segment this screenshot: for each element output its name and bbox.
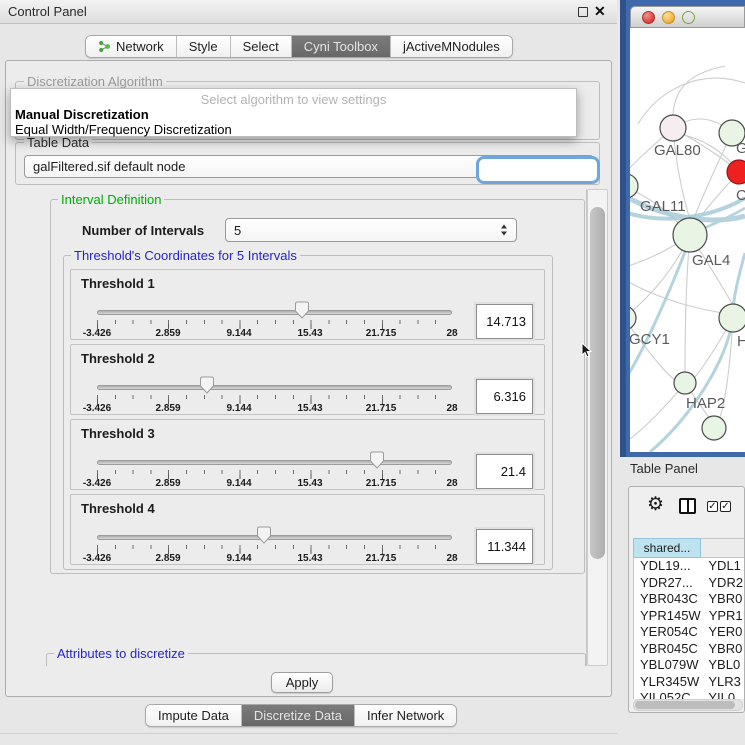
node-low-right[interactable]	[719, 304, 745, 332]
threshold-2-slider[interactable]: -3.4262.8599.14415.4321.71528	[97, 345, 452, 416]
threshold-3-value	[476, 454, 533, 489]
close-traffic-light[interactable]	[642, 11, 655, 24]
attributes-group: Attributes to discretize Numerical Attri…	[46, 653, 586, 666]
gear-icon[interactable]: ⚙	[647, 495, 664, 514]
svg-text:GAL11: GAL11	[640, 198, 686, 215]
scrollbar-thumb[interactable]	[635, 701, 735, 709]
table-panel: ⚙ ✓ ✓ shared... name YDL19...YDL1 YDR27.…	[628, 486, 745, 713]
node-gcy1[interactable]	[630, 306, 636, 330]
slider-thumb[interactable]	[207, 376, 222, 394]
threshold-2-value	[476, 379, 533, 414]
tab-jactivemnodules[interactable]: jActiveMNodules	[390, 36, 512, 57]
thresholds-group-title: Threshold's Coordinates for 5 Intervals	[71, 248, 300, 263]
table-header: shared... name	[633, 538, 745, 558]
tab-discretize-data[interactable]: Discretize Data	[241, 705, 354, 726]
dropdown-option-manual[interactable]: Manual Discretization	[15, 107, 149, 122]
node-gal80[interactable]	[660, 115, 686, 141]
slider-thumb[interactable]	[377, 451, 392, 469]
numerical-attributes-label: Numerical Attributes	[53, 665, 180, 666]
table-row[interactable]: YPR145WYPR1	[634, 608, 745, 625]
table-body: YDL19...YDL1 YDR27...YDR2 YBR043CYBR0 YP…	[633, 558, 745, 699]
network-view-frame: GAL80 GA GAL11 C GAL4 GCY1 H HAP2	[620, 0, 745, 457]
checkbox-icon[interactable]: ✓	[720, 501, 731, 512]
settings-scrollbar[interactable]	[587, 189, 608, 666]
combo-arrows-icon	[501, 225, 508, 236]
thresholds-group: Threshold's Coordinates for 5 Intervals …	[63, 255, 553, 570]
node-bottom[interactable]	[702, 416, 726, 440]
threshold-4-value	[476, 529, 533, 564]
column-header-shared-name[interactable]: shared...	[633, 538, 701, 558]
svg-text:H: H	[737, 333, 745, 350]
control-panel-titlebar: Control Panel ✕	[0, 0, 617, 24]
node-hap2[interactable]	[674, 372, 696, 394]
threshold-1-value	[476, 304, 533, 339]
threshold-3-slider[interactable]: -3.4262.8599.14415.4321.71528	[97, 420, 452, 491]
network-canvas[interactable]: GAL80 GA GAL11 C GAL4 GCY1 H HAP2	[630, 28, 745, 452]
network-icon	[98, 40, 111, 53]
panel-title: Control Panel	[8, 4, 87, 19]
node-gal11[interactable]	[630, 174, 638, 198]
algorithm-dropdown-popup: Select algorithm to view settings Manual…	[10, 88, 577, 137]
table-row[interactable]: YIL052CYIL0	[634, 690, 745, 699]
slider-thumb[interactable]	[264, 526, 279, 544]
node-gal4[interactable]	[673, 218, 707, 252]
cyni-toolbox-panel: Discretization Algorithm Table Data galF…	[5, 60, 612, 697]
bottom-tabs: Impute Data Discretize Data Infer Networ…	[145, 704, 457, 727]
minimize-traffic-light[interactable]	[662, 11, 675, 24]
table-row[interactable]: YBL079WYBL0	[634, 657, 745, 674]
checkbox-icon[interactable]: ✓	[707, 501, 718, 512]
columns-icon[interactable]	[679, 498, 696, 514]
svg-text:GCY1: GCY1	[630, 331, 670, 348]
slider-thumb[interactable]	[302, 301, 317, 319]
mouse-cursor	[581, 343, 593, 359]
control-panel-tabs: Network Style Select Cyni Toolbox jActiv…	[85, 35, 513, 58]
zoom-traffic-light[interactable]	[682, 11, 695, 24]
tab-select[interactable]: Select	[230, 36, 291, 57]
interval-definition-group: Interval Definition Number of Intervals …	[50, 199, 585, 574]
table-row[interactable]: YBR043CYBR0	[634, 591, 745, 608]
table-row[interactable]: YDL19...YDL1	[634, 558, 745, 575]
svg-text:GAL4: GAL4	[692, 252, 730, 269]
table-row[interactable]: YDR27...YDR2	[634, 575, 745, 592]
scrollbar-thumb[interactable]	[590, 207, 605, 559]
tab-cyni-toolbox[interactable]: Cyni Toolbox	[291, 36, 390, 57]
tab-impute-data[interactable]: Impute Data	[146, 705, 241, 726]
threshold-1-panel: Threshold 1 -3.4262.8599.14415.4321.7152…	[70, 269, 545, 340]
node-selected-red[interactable]	[727, 160, 745, 184]
close-icon[interactable]: ✕	[594, 3, 606, 20]
float-window-icon[interactable]	[578, 7, 588, 17]
table-row[interactable]: YBR045CYBR0	[634, 641, 745, 658]
threshold-3-panel: Threshold 3 -3.4262.8599.14415.4321.7152…	[70, 419, 545, 490]
attributes-group-title: Attributes to discretize	[54, 646, 188, 661]
dropdown-hint: Select algorithm to view settings	[11, 92, 576, 107]
table-row[interactable]: YER054CYER0	[634, 624, 745, 641]
interval-definition-title: Interval Definition	[58, 192, 164, 207]
svg-text:C: C	[736, 187, 745, 204]
table-panel-title: Table Panel	[630, 461, 698, 476]
table-data-title: Table Data	[24, 135, 92, 150]
table-row[interactable]: YLR345WYLR3	[634, 674, 745, 691]
threshold-4-panel: Threshold 4 -3.4262.8599.14415.4321.7152…	[70, 494, 545, 565]
tab-network[interactable]: Network	[86, 36, 176, 57]
tab-style[interactable]: Style	[176, 36, 230, 57]
dropdown-option-equal-width[interactable]: Equal Width/Frequency Discretization	[15, 122, 232, 137]
table-horizontal-scrollbar[interactable]	[633, 699, 743, 711]
discretization-algorithm-title: Discretization Algorithm	[24, 74, 166, 89]
network-window-titlebar	[630, 6, 745, 28]
svg-text:GA: GA	[736, 140, 745, 157]
algorithm-combobox[interactable]	[476, 156, 600, 184]
apply-button[interactable]: Apply	[271, 672, 333, 693]
tab-infer-network[interactable]: Infer Network	[354, 705, 456, 726]
column-header-name[interactable]: name	[701, 538, 745, 558]
threshold-1-slider[interactable]: -3.4262.8599.14415.4321.71528	[97, 270, 452, 341]
screen: Control Panel ✕ Network Style Select Cyn…	[0, 0, 745, 745]
number-of-intervals-label: Number of Intervals	[82, 223, 204, 238]
threshold-4-slider[interactable]: -3.4262.8599.14415.4321.71528	[97, 495, 452, 566]
threshold-2-panel: Threshold 2 -3.4262.8599.14415.4321.7152…	[70, 344, 545, 415]
number-of-intervals-combobox[interactable]: 5	[225, 218, 517, 242]
window-bottom-edge	[0, 733, 617, 734]
svg-text:GAL80: GAL80	[654, 142, 701, 159]
svg-text:HAP2: HAP2	[686, 395, 725, 412]
settings-scroll-area: Interval Definition Number of Intervals …	[13, 189, 587, 666]
